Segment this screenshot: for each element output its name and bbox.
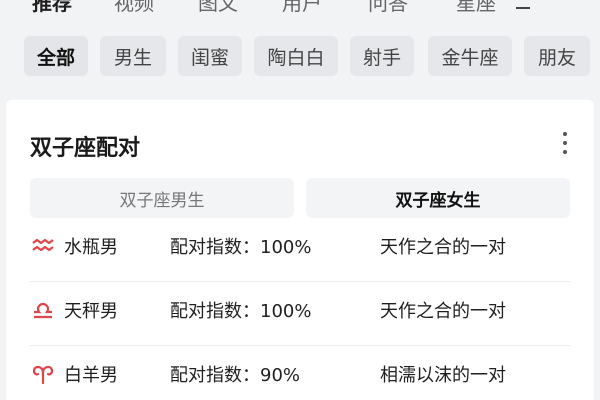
- tab-horoscope[interactable]: 星座: [456, 0, 496, 16]
- chip-all[interactable]: 全部: [24, 36, 88, 76]
- list-item[interactable]: 天秤男 配对指数：100% 天作之合的一对: [6, 282, 594, 346]
- chip-boys[interactable]: 男生: [100, 36, 166, 76]
- list-item[interactable]: 白羊男 配对指数：90% 相濡以沫的一对: [6, 346, 594, 400]
- sign-name: 水瓶男: [64, 237, 118, 258]
- match-score: 配对指数：100%: [170, 237, 312, 258]
- tab-users[interactable]: 用户: [282, 0, 322, 16]
- match-score: 配对指数：100%: [170, 301, 312, 322]
- chip-bestie[interactable]: 闺蜜: [178, 36, 242, 76]
- pairing-card: 双子座配对 双子座男生 双子座女生 水瓶男 配对指数：100% 天作之合的一对 …: [6, 100, 594, 400]
- match-description: 相濡以沫的一对: [380, 365, 506, 386]
- card-title: 双子座配对: [30, 136, 141, 161]
- libra-icon: [34, 302, 52, 319]
- match-description: 天作之合的一对: [380, 237, 506, 258]
- active-tab-indicator: [516, 7, 530, 9]
- aries-icon: [32, 365, 54, 385]
- top-nav: 推荐 视频 图文 用户 问答 星座: [0, 0, 600, 20]
- sign-name: 白羊男: [64, 365, 118, 386]
- chip-taobaibai[interactable]: 陶白白: [254, 36, 338, 76]
- match-description: 天作之合的一对: [380, 301, 506, 322]
- chip-taurus[interactable]: 金牛座: [428, 36, 512, 76]
- segment-gemini-male[interactable]: 双子座男生: [30, 178, 294, 218]
- filter-chips: 全部 男生 闺蜜 陶白白 射手 金牛座 朋友: [0, 36, 600, 76]
- segment-gemini-female[interactable]: 双子座女生: [306, 178, 570, 218]
- tab-qa[interactable]: 问答: [368, 0, 408, 16]
- sign-name: 天秤男: [64, 301, 118, 322]
- aquarius-icon: [32, 238, 54, 252]
- tab-video[interactable]: 视频: [114, 0, 154, 16]
- match-score: 配对指数：90%: [170, 365, 301, 386]
- chip-friends[interactable]: 朋友: [524, 36, 590, 76]
- tab-articles[interactable]: 图文: [198, 0, 238, 16]
- tab-recommended[interactable]: 推荐: [32, 0, 72, 16]
- more-vertical-icon[interactable]: [562, 132, 568, 154]
- list-item[interactable]: 水瓶男 配对指数：100% 天作之合的一对: [6, 218, 594, 282]
- chip-sagittarius[interactable]: 射手: [350, 36, 414, 76]
